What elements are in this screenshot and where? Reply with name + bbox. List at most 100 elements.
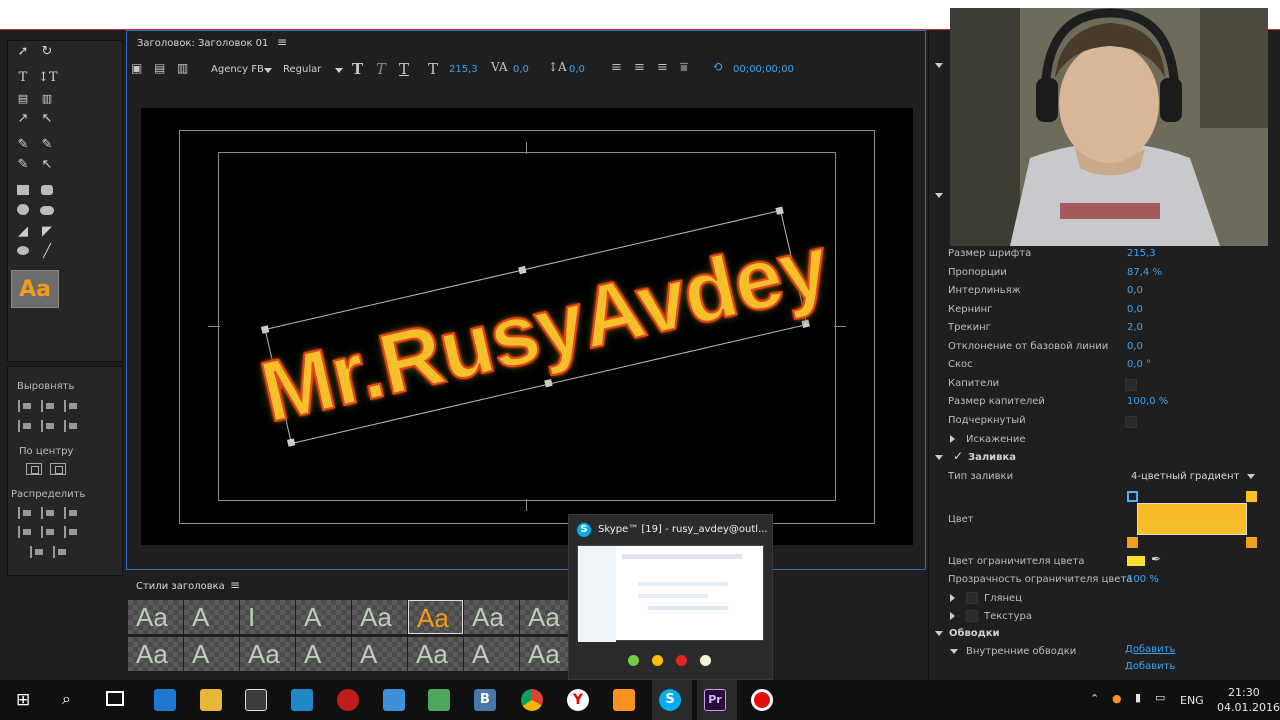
arc-tool-icon[interactable]: ◤ (38, 224, 56, 240)
property-value[interactable]: 0,0 (1127, 285, 1143, 296)
collapse-icon[interactable] (935, 631, 943, 636)
rounded-rect-tool-icon[interactable] (38, 184, 56, 200)
skype-taskbar-icon[interactable]: S (659, 689, 681, 711)
gradient-stop[interactable] (1246, 537, 1257, 548)
gloss-checkbox[interactable] (966, 592, 978, 604)
texture-checkbox[interactable] (966, 610, 978, 622)
vertical-area-type-tool-icon[interactable]: ▥ (38, 91, 56, 107)
wedge-tool-icon[interactable]: ◢ (14, 224, 32, 240)
convert-anchor-tool-icon[interactable]: ↖ (38, 157, 56, 173)
resize-handle[interactable] (518, 265, 527, 275)
eyedropper-icon[interactable]: ✒ (1151, 552, 1161, 566)
recorder-icon[interactable] (751, 689, 773, 711)
fill-section[interactable]: Заливка (968, 452, 1016, 463)
path-type-tool-icon[interactable]: ↗ (14, 111, 32, 127)
gradient-stop[interactable] (1246, 491, 1257, 502)
property-value[interactable]: 100,0 % (1127, 396, 1168, 407)
style-swatch[interactable]: A (184, 600, 239, 634)
style-swatch[interactable]: Aa (408, 637, 463, 671)
align-center-h-icon[interactable] (41, 400, 55, 412)
yandex-icon[interactable]: Y (567, 689, 589, 711)
skype-thumbnail[interactable] (577, 545, 764, 642)
templates-icon[interactable]: ▥ (177, 61, 188, 75)
pen-tool-icon[interactable]: ✎ (14, 137, 32, 153)
font-family-select[interactable]: Agency FB (211, 64, 264, 75)
task-view-icon[interactable] (106, 691, 124, 706)
center-horizontal-icon[interactable] (26, 463, 42, 475)
network-icon[interactable]: ▮ (1135, 691, 1141, 704)
start-windows-icon[interactable]: ⊞ (16, 690, 30, 710)
collapse-icon[interactable] (935, 63, 943, 68)
align-right-text-icon[interactable]: ≡ (657, 60, 668, 75)
distribute-right-icon[interactable] (64, 507, 78, 519)
odnoklassniki-icon[interactable] (613, 689, 635, 711)
stop-color-swatch[interactable] (1127, 556, 1145, 566)
property-checkbox[interactable] (1125, 378, 1137, 391)
font-style-select[interactable]: Regular (283, 64, 321, 75)
center-vertical-icon[interactable] (50, 463, 66, 475)
app-icon[interactable] (428, 689, 450, 711)
language-indicator[interactable]: ENG (1180, 694, 1204, 707)
property-checkbox[interactable] (1125, 415, 1137, 428)
style-swatch[interactable]: A (296, 637, 351, 671)
ellipse-outline-tool-icon[interactable] (14, 244, 32, 260)
strokes-section[interactable]: Обводки (949, 628, 1000, 639)
styles-menu-icon[interactable]: ≡ (230, 578, 240, 592)
distortion-section[interactable]: Искажение (966, 434, 1026, 445)
ellipse-tool-icon[interactable] (14, 204, 32, 220)
status-away-icon[interactable] (652, 655, 663, 666)
property-value[interactable]: 0,0 (1127, 304, 1143, 315)
panel-menu-icon[interactable]: ≡ (277, 35, 287, 49)
bold-icon[interactable]: T (352, 60, 363, 78)
roll-crawl-icon[interactable]: ▤ (154, 61, 165, 75)
fill-type-select[interactable]: 4-цветный градиент (1131, 471, 1239, 482)
style-swatch[interactable]: Aa (352, 600, 407, 634)
vertical-type-tool-icon[interactable]: ↕T (38, 70, 58, 86)
chrome-icon[interactable] (521, 689, 543, 711)
leading-value[interactable]: 0,0 (569, 64, 585, 75)
add-anchor-tool-icon[interactable]: ✎ (14, 157, 32, 173)
style-swatch[interactable]: A (352, 637, 407, 671)
clock-time[interactable]: 21:30 (1228, 686, 1260, 699)
fill-check-icon[interactable]: ✓ (953, 449, 963, 463)
file-explorer-icon[interactable] (200, 689, 222, 711)
store-icon[interactable] (245, 689, 267, 711)
edge-icon[interactable] (154, 689, 176, 711)
gradient-stop[interactable] (1127, 537, 1138, 548)
style-swatch[interactable]: Aa (520, 637, 575, 671)
style-swatch[interactable]: A (464, 637, 519, 671)
tray-expand-icon[interactable]: ⌃ (1090, 692, 1099, 705)
status-online-icon[interactable] (628, 655, 639, 666)
selection-tool-icon[interactable]: ➚ (14, 44, 32, 60)
tab-stops-icon[interactable]: ⩸ (680, 60, 688, 75)
align-bottom-icon[interactable] (64, 420, 78, 432)
add-outer-stroke-link[interactable]: Добавить (1125, 661, 1175, 670)
add-inner-stroke-link[interactable]: Добавить (1125, 644, 1175, 655)
clock-date[interactable]: 04.01.2016 (1217, 701, 1280, 714)
rotation-tool-icon[interactable]: ↻ (38, 44, 56, 60)
rectangle-tool-icon[interactable] (14, 184, 32, 200)
align-center-v-icon[interactable] (41, 420, 55, 432)
property-value[interactable]: 0,0 (1127, 341, 1143, 352)
italic-icon[interactable]: T (376, 60, 386, 78)
collapse-icon[interactable] (935, 455, 943, 460)
style-swatch[interactable]: Aa (464, 600, 519, 634)
fill-type-chevron-icon[interactable] (1247, 474, 1255, 479)
property-value[interactable]: 2,0 (1127, 322, 1143, 333)
distribute-top-icon[interactable] (18, 526, 32, 538)
tray-app-icon[interactable]: ● (1112, 692, 1122, 705)
align-top-icon[interactable] (18, 420, 32, 432)
style-swatch[interactable]: A (184, 637, 239, 671)
expand-icon[interactable] (950, 435, 955, 443)
property-value[interactable]: 215,3 (1127, 248, 1156, 259)
style-swatch[interactable]: I (240, 600, 295, 634)
gradient-stop[interactable] (1127, 491, 1138, 502)
align-left-icon[interactable] (18, 400, 32, 412)
skype-taskbar-preview[interactable]: S Skype™ [19] - rusy_avdey@outl... (568, 514, 773, 680)
show-video-icon[interactable]: ⟲ (712, 60, 723, 75)
vertical-path-type-tool-icon[interactable]: ↖ (38, 111, 56, 127)
expand-icon[interactable] (950, 594, 955, 602)
premiere-pro-icon[interactable]: Pr (704, 689, 726, 711)
style-swatch[interactable]: Aa (128, 637, 183, 671)
delete-anchor-tool-icon[interactable]: ✎ (38, 137, 56, 153)
